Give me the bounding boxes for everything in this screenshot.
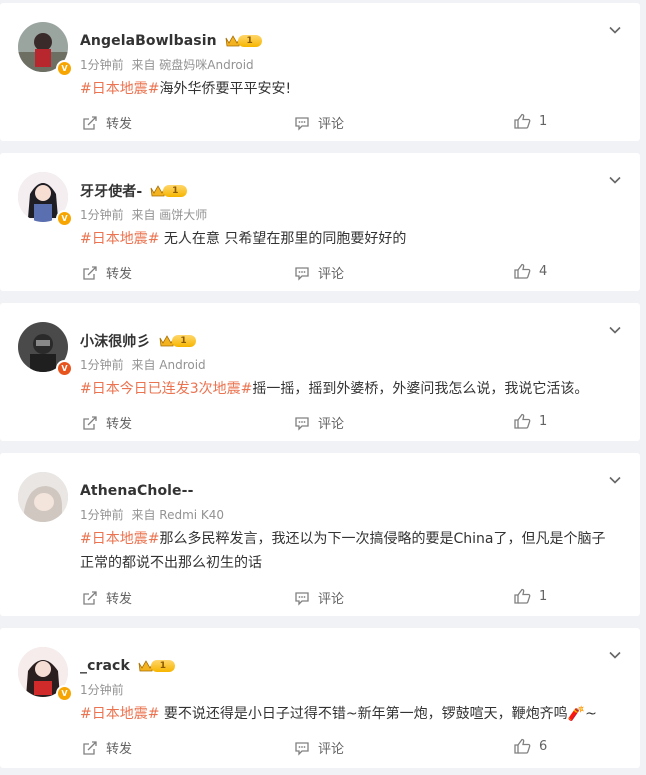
thumbs-up-icon bbox=[514, 588, 531, 604]
comment-card: AthenaChole-- 1分钟前 来自 Redmi K40 #日本地震#那么… bbox=[0, 453, 640, 616]
repost-button[interactable]: 转发 bbox=[82, 588, 132, 607]
username[interactable]: AthenaChole-- bbox=[80, 483, 193, 499]
comment-body: 那么多民粹发言，我还以为下一次搞侵略的要是China了，但凡是个脑子正常的都说不… bbox=[80, 531, 606, 571]
chevron-down-icon[interactable] bbox=[608, 23, 622, 37]
level-badge: 1 bbox=[150, 184, 188, 198]
like-button[interactable]: 6 bbox=[514, 738, 547, 754]
comment-icon bbox=[295, 741, 309, 756]
post-meta: 1分钟前 来自 碗盘妈咪Android bbox=[80, 56, 254, 73]
username[interactable]: 小沫很帅彡 bbox=[80, 331, 151, 351]
like-count: 4 bbox=[539, 263, 548, 279]
source: 来自 碗盘妈咪Android bbox=[131, 58, 254, 72]
comment-icon bbox=[295, 116, 309, 131]
timestamp[interactable]: 1分钟前 bbox=[80, 58, 124, 72]
repost-button[interactable]: 转发 bbox=[82, 113, 132, 132]
comment-icon bbox=[295, 591, 309, 606]
comment-body: 要不说还得是小日子过得不错~新年第一炮，锣鼓喧天，鞭炮齐鸣🧨~ bbox=[159, 706, 597, 722]
thumbs-up-icon bbox=[514, 263, 531, 279]
comment-card: V _crack 1 1分钟前 #日本地震# 要不说还得是小日子过得不错~新年第… bbox=[0, 628, 640, 768]
username[interactable]: 牙牙使者- bbox=[80, 181, 142, 201]
comment-card: V AngelaBowlbasin 1 1分钟前 来自 碗盘妈咪Android … bbox=[0, 3, 640, 141]
comment-body: 无人在意 只希望在那里的同胞要好好的 bbox=[159, 231, 407, 247]
verified-badge: V bbox=[56, 210, 73, 227]
username[interactable]: AngelaBowlbasin bbox=[80, 33, 217, 49]
topic-tag[interactable]: #日本地震# bbox=[80, 81, 159, 97]
post-meta: 1分钟前 来自 画饼大师 bbox=[80, 206, 207, 223]
comment-icon bbox=[295, 266, 309, 281]
verified-badge: V bbox=[56, 60, 73, 77]
thumbs-up-icon bbox=[514, 413, 531, 429]
like-count: 1 bbox=[539, 413, 548, 429]
comment-text: #日本地震#那么多民粹发言，我还以为下一次搞侵略的要是China了，但凡是个脑子… bbox=[80, 527, 618, 575]
like-button[interactable]: 1 bbox=[514, 413, 547, 429]
comment-button[interactable]: 评论 bbox=[294, 413, 344, 432]
verified-badge: V bbox=[56, 685, 73, 702]
comment-text: #日本地震# 无人在意 只希望在那里的同胞要好好的 bbox=[80, 227, 618, 251]
comment-text: #日本地震#海外华侨要平平安安! bbox=[80, 77, 618, 101]
timestamp[interactable]: 1分钟前 bbox=[80, 208, 124, 222]
chevron-down-icon[interactable] bbox=[608, 173, 622, 187]
like-button[interactable]: 1 bbox=[514, 588, 547, 604]
avatar[interactable] bbox=[18, 472, 68, 522]
comment-card: V 牙牙使者- 1 1分钟前 来自 画饼大师 #日本地震# 无人在意 只希望在那… bbox=[0, 153, 640, 291]
timestamp[interactable]: 1分钟前 bbox=[80, 683, 124, 697]
repost-button[interactable]: 转发 bbox=[82, 738, 132, 757]
post-meta: 1分钟前 来自 Redmi K40 bbox=[80, 506, 224, 523]
comment-button[interactable]: 评论 bbox=[294, 263, 344, 282]
topic-tag[interactable]: #日本地震# bbox=[80, 231, 159, 247]
repost-icon bbox=[83, 590, 97, 605]
like-count: 1 bbox=[539, 588, 548, 604]
chevron-down-icon[interactable] bbox=[608, 323, 622, 337]
thumbs-up-icon bbox=[514, 113, 531, 129]
repost-icon bbox=[83, 740, 97, 755]
level-badge: 1 bbox=[138, 659, 175, 673]
comment-body: 海外华侨要平平安安! bbox=[159, 81, 292, 97]
comment-text: #日本地震# 要不说还得是小日子过得不错~新年第一炮，锣鼓喧天，鞭炮齐鸣🧨~ bbox=[80, 702, 618, 726]
comment-body: 摇一摇，摇到外婆桥，外婆问我怎么说，我说它活该。 bbox=[252, 381, 589, 397]
timestamp[interactable]: 1分钟前 bbox=[80, 508, 124, 522]
username[interactable]: _crack bbox=[80, 658, 130, 674]
source: 来自 Android bbox=[131, 358, 206, 372]
comment-button[interactable]: 评论 bbox=[294, 588, 344, 607]
repost-button[interactable]: 转发 bbox=[82, 413, 132, 432]
thumbs-up-icon bbox=[514, 738, 531, 754]
chevron-down-icon[interactable] bbox=[608, 473, 622, 487]
like-count: 1 bbox=[539, 113, 548, 129]
comment-card: V 小沫很帅彡 1 1分钟前 来自 Android #日本今日已连发3次地震#摇… bbox=[0, 303, 640, 441]
repost-button[interactable]: 转发 bbox=[82, 263, 132, 282]
avatar-image bbox=[18, 472, 68, 522]
source: 来自 画饼大师 bbox=[131, 208, 208, 222]
timestamp[interactable]: 1分钟前 bbox=[80, 358, 124, 372]
verified-badge: V bbox=[56, 360, 73, 377]
comment-button[interactable]: 评论 bbox=[294, 113, 344, 132]
level-badge: 1 bbox=[225, 34, 262, 48]
chevron-down-icon[interactable] bbox=[608, 648, 622, 662]
topic-tag[interactable]: #日本今日已连发3次地震# bbox=[80, 381, 252, 397]
post-meta: 1分钟前 来自 Android bbox=[80, 356, 206, 373]
level-badge: 1 bbox=[159, 334, 196, 348]
like-button[interactable]: 4 bbox=[514, 263, 547, 279]
like-count: 6 bbox=[539, 738, 548, 754]
comment-icon bbox=[295, 416, 309, 431]
topic-tag[interactable]: #日本地震# bbox=[80, 531, 159, 547]
source: 来自 Redmi K40 bbox=[131, 508, 225, 522]
repost-icon bbox=[83, 415, 97, 430]
post-meta: 1分钟前 bbox=[80, 681, 124, 698]
repost-icon bbox=[83, 265, 97, 280]
comment-button[interactable]: 评论 bbox=[294, 738, 344, 757]
like-button[interactable]: 1 bbox=[514, 113, 547, 129]
topic-tag[interactable]: #日本地震# bbox=[80, 706, 159, 722]
repost-icon bbox=[83, 115, 97, 130]
comment-text: #日本今日已连发3次地震#摇一摇，摇到外婆桥，外婆问我怎么说，我说它活该。 bbox=[80, 377, 618, 401]
